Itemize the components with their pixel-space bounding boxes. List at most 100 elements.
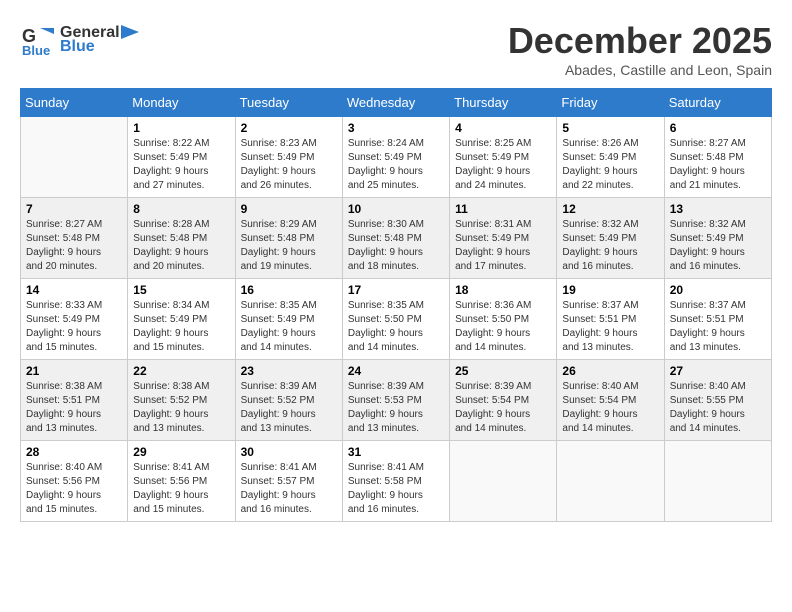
day-info: Sunrise: 8:28 AM Sunset: 5:48 PM Dayligh… [133,218,229,274]
day-info: Sunrise: 8:40 AM Sunset: 5:54 PM Dayligh… [562,380,658,436]
calendar-header-tuesday: Tuesday [235,89,342,117]
day-info: Sunrise: 8:26 AM Sunset: 5:49 PM Dayligh… [562,137,658,193]
day-info: Sunrise: 8:41 AM Sunset: 5:56 PM Dayligh… [133,461,229,517]
day-number: 19 [562,283,658,297]
calendar-day-cell: 31 Sunrise: 8:41 AM Sunset: 5:58 PM Dayli… [342,441,449,522]
day-number: 16 [241,283,337,297]
day-info: Sunrise: 8:31 AM Sunset: 5:49 PM Dayligh… [455,218,551,274]
location: Abades, Castille and Leon, Spain [508,62,772,78]
day-number: 4 [455,121,551,135]
calendar-day-cell: 24 Sunrise: 8:39 AM Sunset: 5:53 PM Dayli… [342,360,449,441]
day-number: 2 [241,121,337,135]
calendar-day-cell [450,441,557,522]
day-info: Sunrise: 8:37 AM Sunset: 5:51 PM Dayligh… [670,299,766,355]
day-number: 29 [133,445,229,459]
page-header: G Blue General Blue December 2025 Abades… [20,20,772,78]
calendar-day-cell: 27Sunrise: 8:40 AM Sunset: 5:55 PM Dayli… [664,360,771,441]
calendar-day-cell: 21Sunrise: 8:38 AM Sunset: 5:51 PM Dayli… [21,360,128,441]
day-number: 3 [348,121,444,135]
svg-text:Blue: Blue [22,43,50,56]
day-number: 10 [348,202,444,216]
calendar-week-row: 21Sunrise: 8:38 AM Sunset: 5:51 PM Dayli… [21,360,772,441]
day-number: 7 [26,202,122,216]
day-info: Sunrise: 8:30 AM Sunset: 5:48 PM Dayligh… [348,218,444,274]
day-info: Sunrise: 8:32 AM Sunset: 5:49 PM Dayligh… [670,218,766,274]
calendar-day-cell: 14Sunrise: 8:33 AM Sunset: 5:49 PM Dayli… [21,279,128,360]
calendar-day-cell [664,441,771,522]
title-block: December 2025 Abades, Castille and Leon,… [508,20,772,78]
calendar-week-row: 28Sunrise: 8:40 AM Sunset: 5:56 PM Dayli… [21,441,772,522]
calendar-day-cell: 2 Sunrise: 8:23 AM Sunset: 5:49 PM Daylig… [235,117,342,198]
calendar-week-row: 1Sunrise: 8:22 AM Sunset: 5:49 PM Daylig… [21,117,772,198]
calendar-day-cell: 9 Sunrise: 8:29 AM Sunset: 5:48 PM Daylig… [235,198,342,279]
calendar-week-row: 14Sunrise: 8:33 AM Sunset: 5:49 PM Dayli… [21,279,772,360]
day-info: Sunrise: 8:32 AM Sunset: 5:49 PM Dayligh… [562,218,658,274]
day-info: Sunrise: 8:25 AM Sunset: 5:49 PM Dayligh… [455,137,551,193]
calendar-day-cell: 22Sunrise: 8:38 AM Sunset: 5:52 PM Dayli… [128,360,235,441]
calendar-day-cell: 12 Sunrise: 8:32 AM Sunset: 5:49 PM Dayli… [557,198,664,279]
calendar-day-cell: 8 Sunrise: 8:28 AM Sunset: 5:48 PM Daylig… [128,198,235,279]
calendar-day-cell: 1Sunrise: 8:22 AM Sunset: 5:49 PM Daylig… [128,117,235,198]
day-number: 8 [133,202,229,216]
calendar-day-cell: 26 Sunrise: 8:40 AM Sunset: 5:54 PM Dayli… [557,360,664,441]
day-number: 17 [348,283,444,297]
calendar-header-thursday: Thursday [450,89,557,117]
calendar-week-row: 7 Sunrise: 8:27 AM Sunset: 5:48 PM Daylig… [21,198,772,279]
day-info: Sunrise: 8:41 AM Sunset: 5:57 PM Dayligh… [241,461,337,517]
day-number: 26 [562,364,658,378]
day-info: Sunrise: 8:22 AM Sunset: 5:49 PM Dayligh… [133,137,229,193]
logo-flag-icon [121,25,139,39]
logo: G Blue General Blue [20,20,139,56]
day-info: Sunrise: 8:40 AM Sunset: 5:56 PM Dayligh… [26,461,122,517]
calendar-header-friday: Friday [557,89,664,117]
day-info: Sunrise: 8:27 AM Sunset: 5:48 PM Dayligh… [26,218,122,274]
day-number: 5 [562,121,658,135]
calendar-day-cell: 15 Sunrise: 8:34 AM Sunset: 5:49 PM Dayli… [128,279,235,360]
calendar-day-cell: 4 Sunrise: 8:25 AM Sunset: 5:49 PM Daylig… [450,117,557,198]
calendar-header-wednesday: Wednesday [342,89,449,117]
day-number: 20 [670,283,766,297]
day-number: 6 [670,121,766,135]
calendar-day-cell [557,441,664,522]
calendar-header-monday: Monday [128,89,235,117]
day-number: 11 [455,202,551,216]
calendar-day-cell: 23Sunrise: 8:39 AM Sunset: 5:52 PM Dayli… [235,360,342,441]
calendar-day-cell: 11 Sunrise: 8:31 AM Sunset: 5:49 PM Dayli… [450,198,557,279]
day-number: 22 [133,364,229,378]
day-number: 21 [26,364,122,378]
day-number: 9 [241,202,337,216]
calendar-day-cell: 13Sunrise: 8:32 AM Sunset: 5:49 PM Dayli… [664,198,771,279]
day-number: 15 [133,283,229,297]
calendar-day-cell [21,117,128,198]
calendar-header-row: SundayMondayTuesdayWednesdayThursdayFrid… [21,89,772,117]
calendar-header-saturday: Saturday [664,89,771,117]
day-number: 25 [455,364,551,378]
day-info: Sunrise: 8:29 AM Sunset: 5:48 PM Dayligh… [241,218,337,274]
calendar-day-cell: 30 Sunrise: 8:41 AM Sunset: 5:57 PM Dayli… [235,441,342,522]
day-info: Sunrise: 8:35 AM Sunset: 5:49 PM Dayligh… [241,299,337,355]
calendar-day-cell: 7 Sunrise: 8:27 AM Sunset: 5:48 PM Daylig… [21,198,128,279]
day-number: 31 [348,445,444,459]
calendar-day-cell: 6 Sunrise: 8:27 AM Sunset: 5:48 PM Daylig… [664,117,771,198]
calendar-day-cell: 16 Sunrise: 8:35 AM Sunset: 5:49 PM Dayli… [235,279,342,360]
day-number: 12 [562,202,658,216]
day-info: Sunrise: 8:23 AM Sunset: 5:49 PM Dayligh… [241,137,337,193]
calendar-day-cell: 29 Sunrise: 8:41 AM Sunset: 5:56 PM Dayli… [128,441,235,522]
calendar-day-cell: 10 Sunrise: 8:30 AM Sunset: 5:48 PM Dayli… [342,198,449,279]
month-title: December 2025 [508,20,772,62]
day-number: 24 [348,364,444,378]
calendar-day-cell: 19 Sunrise: 8:37 AM Sunset: 5:51 PM Dayli… [557,279,664,360]
day-info: Sunrise: 8:34 AM Sunset: 5:49 PM Dayligh… [133,299,229,355]
day-info: Sunrise: 8:27 AM Sunset: 5:48 PM Dayligh… [670,137,766,193]
calendar-table: SundayMondayTuesdayWednesdayThursdayFrid… [20,88,772,522]
day-info: Sunrise: 8:37 AM Sunset: 5:51 PM Dayligh… [562,299,658,355]
day-info: Sunrise: 8:41 AM Sunset: 5:58 PM Dayligh… [348,461,444,517]
calendar-header-sunday: Sunday [21,89,128,117]
day-info: Sunrise: 8:36 AM Sunset: 5:50 PM Dayligh… [455,299,551,355]
day-number: 30 [241,445,337,459]
calendar-day-cell: 3Sunrise: 8:24 AM Sunset: 5:49 PM Daylig… [342,117,449,198]
day-info: Sunrise: 8:39 AM Sunset: 5:53 PM Dayligh… [348,380,444,436]
day-number: 14 [26,283,122,297]
calendar-day-cell: 25Sunrise: 8:39 AM Sunset: 5:54 PM Dayli… [450,360,557,441]
day-info: Sunrise: 8:40 AM Sunset: 5:55 PM Dayligh… [670,380,766,436]
